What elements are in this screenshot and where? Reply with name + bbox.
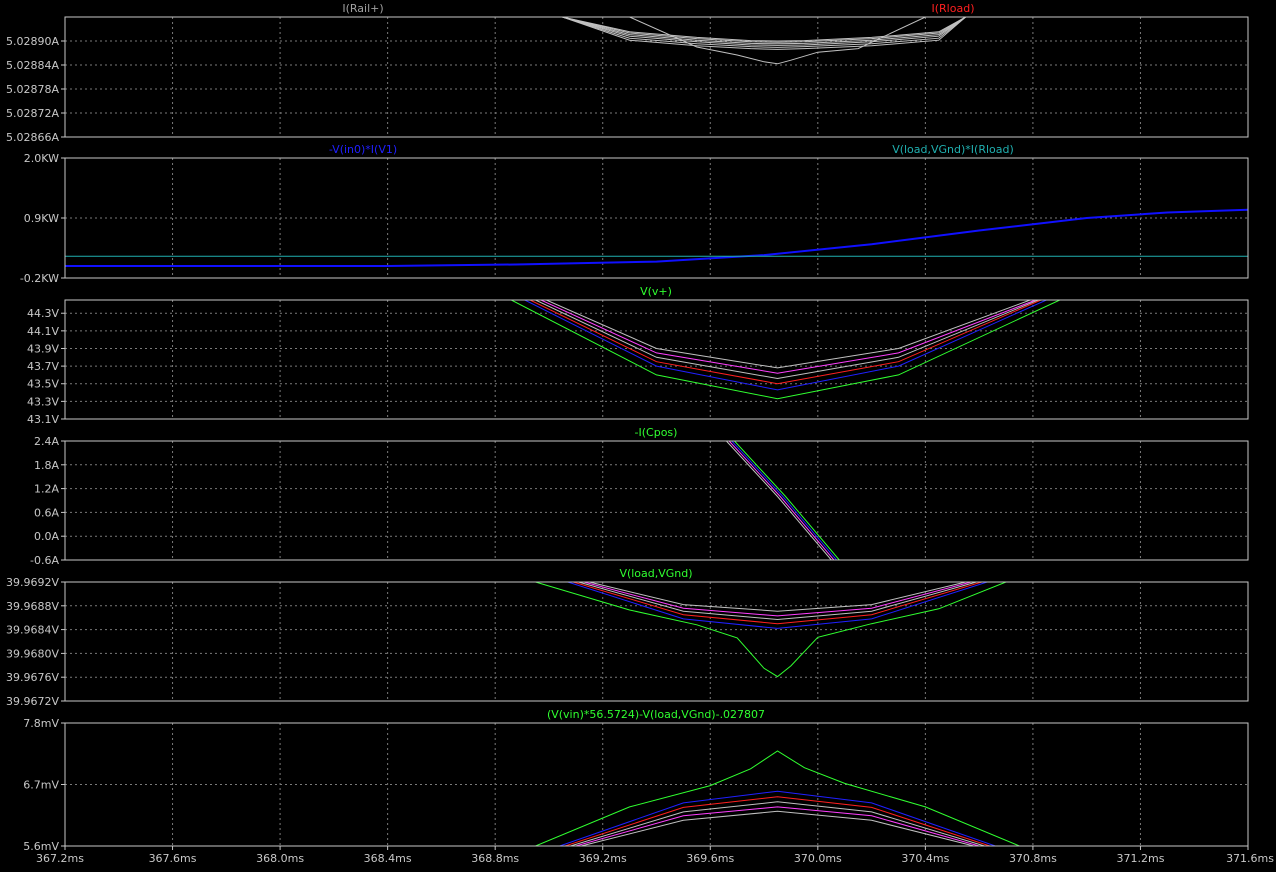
trace-line[interactable]	[546, 300, 1031, 369]
trace-label[interactable]: V(v+)	[640, 285, 672, 298]
x-tick-label: 368.8ms	[471, 852, 519, 865]
y-tick-label: 39.9692V	[6, 576, 59, 589]
y-tick-label: 39.9688V	[6, 600, 59, 613]
trace-line[interactable]	[567, 582, 988, 629]
y-tick-label: 44.1V	[27, 325, 59, 338]
waveform-viewer[interactable]: 5.02890A 5.02884A 5.02878A 5.02872A 5.02866A…	[0, 0, 1276, 872]
y-tick-label: 5.02866A	[6, 131, 59, 144]
x-tick-label: 369.6ms	[686, 852, 734, 865]
traces	[562, 17, 967, 65]
x-tick-label: 371.2ms	[1116, 852, 1164, 865]
pane-rail-voltage[interactable]: 44.3V 44.1V 43.9V 43.7V 43.5V 43.3V 43.1V V(v+)	[27, 285, 1249, 426]
y-tick-label: 43.9V	[27, 342, 59, 355]
trace-line[interactable]	[540, 300, 1036, 374]
y-tick-label: 43.7V	[27, 360, 59, 373]
x-tick-label: 370.4ms	[901, 852, 949, 865]
y-tick-label: 0.6A	[34, 506, 59, 519]
y-tick-label: 43.1V	[27, 413, 59, 426]
x-tick-label: 369.2ms	[579, 852, 627, 865]
pane-rail-current[interactable]: 5.02890A 5.02884A 5.02878A 5.02872A 5.02866A…	[6, 2, 1249, 144]
trace-line[interactable]	[529, 300, 1042, 385]
trace-label[interactable]: -V(in0)*I(V1)	[329, 143, 397, 156]
x-tick-label: 370.0ms	[794, 852, 842, 865]
trace-label[interactable]: V(load,VGnd)*I(Rload)	[892, 143, 1014, 156]
y-tick-label: 5.02884A	[6, 59, 59, 72]
traces	[726, 441, 840, 560]
x-tick-label: 367.2ms	[36, 852, 84, 865]
y-tick-label: 1.8A	[34, 459, 59, 472]
x-tick-label: 367.6ms	[149, 852, 197, 865]
x-tick-label: 368.0ms	[256, 852, 304, 865]
y-tick-label: 7.8mV	[23, 717, 59, 730]
y-tick-label: 6.7mV	[23, 779, 59, 792]
y-tick-label: 44.3V	[27, 307, 59, 320]
y-tick-label: 39.9680V	[6, 647, 59, 660]
trace-line[interactable]	[726, 441, 832, 560]
x-tick-label: 370.8ms	[1009, 852, 1057, 865]
pane-cap-current[interactable]: 2.4A 1.8A 1.2A 0.6A 0.0A -0.6A -I(Cpos)	[30, 426, 1249, 567]
trace-label[interactable]: I(Rload)	[932, 2, 975, 15]
y-tick-label: 43.5V	[27, 378, 59, 391]
y-tick-label: 39.9676V	[6, 671, 59, 684]
trace-line[interactable]	[562, 17, 966, 43]
y-tick-label: 5.02872A	[6, 107, 59, 120]
y-tick-label: -0.6A	[30, 554, 59, 567]
y-tick-label: 0.9KW	[24, 212, 59, 225]
y-tick-label: 2.4A	[34, 435, 59, 448]
x-axis: 367.2ms 367.6ms 368.0ms 368.4ms 368.8ms 369.2…	[36, 846, 1274, 865]
y-tick-label: 1.2A	[34, 483, 59, 496]
y-tick-label: 39.9684V	[6, 624, 59, 637]
trace-line[interactable]	[559, 790, 996, 846]
y-tick-label: 0.0A	[34, 530, 59, 543]
trace-label[interactable]: I(Rail+)	[342, 2, 383, 15]
y-tick-label: 2.0KW	[24, 152, 59, 165]
trace-label[interactable]: V(load,VGnd)	[619, 567, 692, 580]
y-tick-label: 5.02890A	[6, 35, 59, 48]
pane-frame	[64, 581, 1249, 702]
trace-label[interactable]: -I(Cpos)	[635, 426, 678, 439]
pane-power[interactable]: 2.0KW 0.9KW -0.2KW -V(in0)*I(V1) V(load,VGnd…	[20, 143, 1249, 285]
trace-line[interactable]	[581, 810, 974, 846]
pane-frame	[64, 440, 1249, 561]
y-tick-label: -0.2KW	[20, 272, 59, 285]
y-tick-label: 43.3V	[27, 395, 59, 408]
pane-load-voltage[interactable]: 39.9692V 39.9688V 39.9684V 39.9680V 39.9676V…	[6, 567, 1249, 708]
pane-error-voltage[interactable]: 7.8mV6.7mV5.6mV(V(vin)*56.5724)-V(load,V…	[23, 708, 1249, 853]
y-tick-label: 5.02878A	[6, 83, 59, 96]
trace-label[interactable]: (V(vin)*56.5724)-V(load,VGnd)-.027807	[547, 708, 765, 721]
y-tick-label: 39.9672V	[6, 695, 59, 708]
traces	[535, 750, 1020, 846]
trace-line[interactable]	[629, 17, 926, 65]
x-tick-label: 371.6ms	[1226, 852, 1274, 865]
x-tick-label: 368.4ms	[364, 852, 412, 865]
